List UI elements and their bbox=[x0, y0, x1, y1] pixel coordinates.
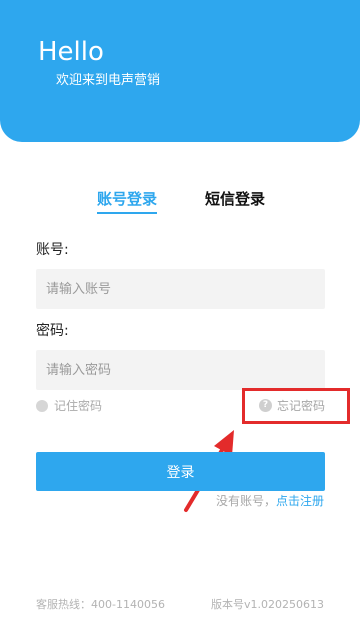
remember-password-label: 记住密码 bbox=[54, 399, 103, 413]
password-input[interactable] bbox=[36, 350, 325, 390]
account-label: 账号: bbox=[36, 242, 69, 258]
register-prompt: 没有账号， bbox=[215, 494, 276, 508]
tab-account-login[interactable]: 账号登录 bbox=[97, 188, 157, 210]
app-version: 版本号v1.020250613 bbox=[211, 598, 324, 611]
active-tab-indicator bbox=[97, 212, 157, 214]
header-subtitle: 欢迎来到电声营销 bbox=[56, 73, 161, 88]
password-label: 密码: bbox=[36, 323, 69, 339]
account-input[interactable] bbox=[36, 269, 325, 309]
register-line: 没有账号，点击注册 bbox=[216, 493, 324, 509]
tab-sms-login[interactable]: 短信登录 bbox=[205, 188, 265, 210]
register-link[interactable]: 点击注册 bbox=[276, 494, 324, 508]
login-screen: Hello 欢迎来到电声营销 账号登录 短信登录 账号: 密码: 记住密码 ? … bbox=[0, 0, 360, 620]
header-banner: Hello 欢迎来到电声营销 bbox=[0, 0, 360, 142]
annotation-highlight-box bbox=[242, 388, 350, 424]
login-button[interactable]: 登录 bbox=[36, 452, 325, 491]
remember-radio-icon[interactable] bbox=[36, 399, 48, 412]
remember-password-toggle[interactable]: 记住密码 bbox=[36, 397, 102, 414]
customer-service-hotline: 客服热线：400-1140056 bbox=[36, 598, 165, 611]
header-title: Hello bbox=[38, 37, 104, 67]
